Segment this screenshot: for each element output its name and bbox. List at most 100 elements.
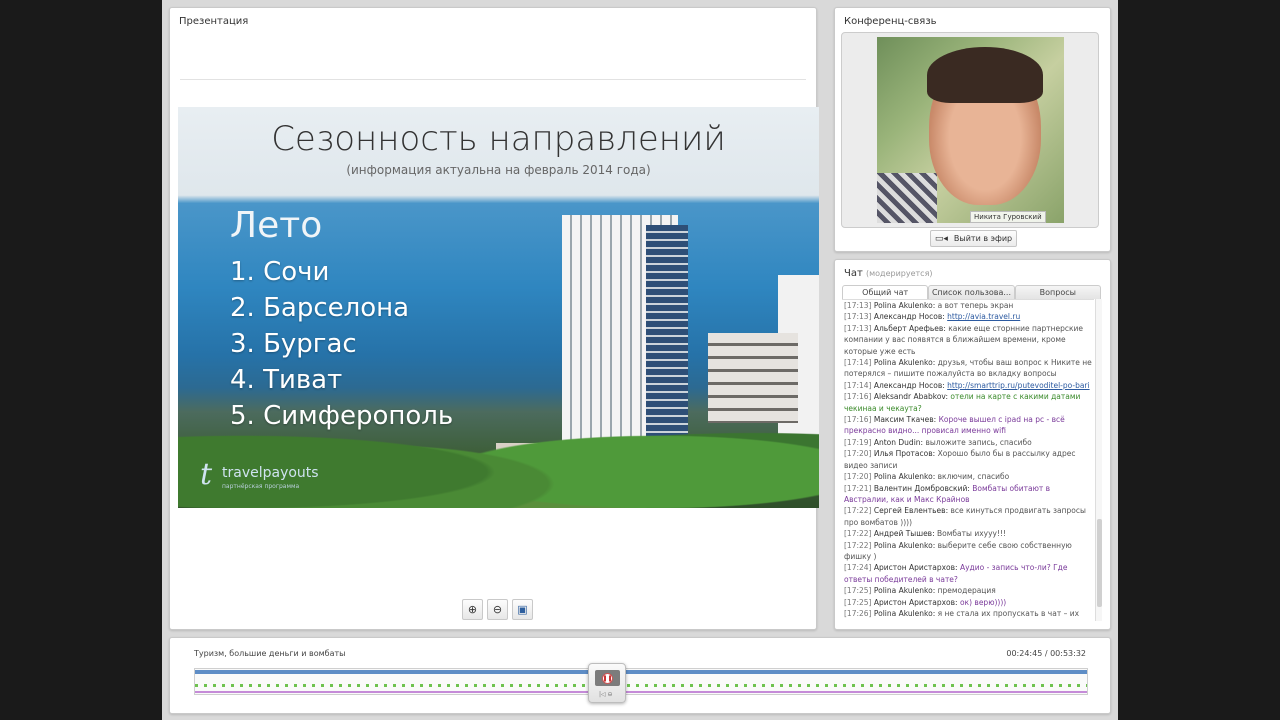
chat-message-author: Polina Akulenko:: [871, 586, 938, 596]
chat-message-time: [17:20]: [844, 449, 872, 459]
zoom-out-button[interactable]: ⊖: [487, 599, 508, 620]
chat-message-author: Anton Dudin:: [871, 437, 926, 447]
slide-subtitle: (информация актуальна на февраль 2014 го…: [346, 163, 651, 177]
zoom-in-button[interactable]: ⊕: [462, 599, 483, 620]
chat-message-text: а вот теперь экран: [937, 301, 1014, 310]
chat-message-time: [17:24]: [844, 563, 872, 573]
tab-questions[interactable]: Вопросы: [1014, 285, 1101, 299]
slide-destination: 2. Барселона: [230, 293, 410, 323]
timeline-chat-markers: [195, 684, 1087, 687]
chat-message-time: [17:16]: [844, 392, 872, 402]
presentation-slide: Сезонность направлений (информация актуа…: [178, 107, 819, 508]
chat-message-time: [17:25]: [844, 597, 872, 607]
chat-message-author: Сергей Евлентьев:: [871, 506, 951, 516]
chat-message-author: Polina Akulenko:: [871, 608, 938, 618]
chat-message-time: [17:13]: [844, 323, 872, 333]
presentation-panel: Презентация Сезонность направлений (инфо…: [169, 7, 819, 630]
chat-message-author: Александр Носов:: [871, 312, 948, 322]
slide-destination: 3. Бургас: [230, 329, 357, 359]
divider: [180, 79, 806, 80]
chat-message-author: Валентин Домбровский:: [871, 483, 973, 493]
camera-icon: ▭◂: [934, 233, 948, 244]
recording-time: 00:24:45 / 00:53:32: [1006, 649, 1086, 658]
chat-scrollbar[interactable]: [1095, 299, 1102, 621]
chat-message-time: [17:26]: [844, 608, 872, 618]
save-button[interactable]: ▣: [512, 599, 533, 620]
chat-message-author: Polina Akulenko:: [871, 540, 938, 550]
player-panel: Туризм, большие деньги и вомбаты 00:24:4…: [169, 637, 1111, 714]
chat-message: [17:14] Александр Носов: http://smarttri…: [842, 380, 1094, 391]
chat-message-time: [17:21]: [844, 483, 872, 493]
chat-message-time: [17:13]: [844, 301, 872, 310]
chat-message-author: Альберт Арефьев:: [871, 323, 949, 333]
timeline-track[interactable]: [194, 668, 1088, 695]
go-live-label: Выйти в эфир: [953, 234, 1013, 243]
speaker-name-tag: Никита Гуровский: [970, 211, 1046, 223]
chat-message-text: ок) верю)))): [959, 597, 1007, 607]
speaker-video: Никита Гуровский: [877, 37, 1064, 223]
chat-message-author: Максим Ткачев:: [871, 415, 939, 425]
chat-title: Чат: [844, 268, 863, 279]
chat-tabs: Общий чат Список пользова... Вопросы: [842, 285, 1101, 299]
video-frame: Никита Гуровский: [841, 32, 1099, 228]
chat-message-text: Вомбаты ихууу!!!: [937, 529, 1006, 539]
chat-message-time: [17:13]: [844, 312, 872, 322]
chat-message: [17:13] Александр Носов: http://avia.tra…: [842, 311, 1094, 322]
presentation-toolbar: ⊕ ⊖ ▣: [462, 599, 533, 620]
chat-message: [17:25] Polina Akulenko: премодерация: [842, 585, 1094, 596]
chat-message-text: премодерация: [937, 586, 996, 596]
chat-message-time: [17:20]: [844, 472, 872, 482]
chat-message: [17:13] Альберт Арефьев: какие еще сторн…: [842, 323, 1094, 357]
speaker-hair: [927, 47, 1043, 103]
chat-message-author: Илья Протасов:: [871, 449, 938, 459]
tab-user-list[interactable]: Список пользова...: [928, 285, 1015, 299]
zoom-out-icon: ⊖: [492, 603, 503, 616]
chat-scrollbar-thumb[interactable]: [1097, 519, 1102, 607]
chat-message-text: выложите запись, спасибо: [925, 437, 1032, 447]
conference-title: Конференц-связь: [844, 16, 937, 27]
travelpayouts-logo-icon: t: [200, 457, 213, 492]
chat-message-author: Аристон Аристархов:: [871, 563, 960, 573]
webinar-app: Презентация Сезонность направлений (инфо…: [162, 0, 1118, 720]
chat-message-time: [17:14]: [844, 358, 872, 368]
chat-message-time: [17:22]: [844, 529, 872, 539]
chat-message-list[interactable]: [17:13] Polina Akulenko: а вот теперь эк…: [842, 299, 1094, 621]
scrubber-controls: |◁ ⊖: [599, 691, 613, 698]
chat-message-link[interactable]: http://smarttrip.ru/putevoditel-po-bari: [947, 381, 1089, 390]
chat-message-link[interactable]: http://avia.travel.ru: [947, 312, 1020, 321]
chat-message: [17:22] Сергей Евлентьев: все кинуться п…: [842, 505, 1094, 528]
chat-message-author: Polina Akulenko:: [871, 358, 938, 368]
chat-message: [17:21] Валентин Домбровский: Вомбаты об…: [842, 483, 1094, 506]
chat-message: [17:16] Максим Ткачев: Короче вышел с ip…: [842, 414, 1094, 437]
chat-message: [17:20] Polina Akulenko: включим, спасиб…: [842, 471, 1094, 482]
slide-destination: 1. Сочи: [230, 257, 330, 287]
chat-message: [17:22] Polina Akulenko: выберите себе с…: [842, 540, 1094, 563]
zoom-in-icon: ⊕: [467, 603, 478, 616]
playback-scrubber[interactable]: ❚❚ |◁ ⊖: [588, 663, 627, 703]
go-live-button[interactable]: ▭◂ Выйти в эфир: [930, 230, 1017, 247]
chat-message-text: включим, спасибо: [937, 472, 1010, 482]
travelpayouts-logo-tagline: партнёрская программа: [222, 483, 300, 490]
tab-general-chat[interactable]: Общий чат: [842, 285, 929, 299]
chat-panel: Чат (модерируется) Общий чат Список поль…: [834, 259, 1111, 630]
speaker-shirt: [877, 173, 937, 223]
slide-season: Лето: [230, 205, 323, 246]
chat-moderated-label: (модерируется): [866, 269, 933, 278]
chat-message: [17:26] Polina Akulenko: я не стала их п…: [842, 608, 1094, 621]
chat-message-time: [17:14]: [844, 380, 872, 390]
scrubber-preview: ❚❚: [595, 670, 621, 686]
chat-message-author: Андрей Тышев:: [871, 529, 938, 539]
conference-panel: Конференц-связь Никита Гуровский ▭◂ Выйт…: [834, 7, 1111, 252]
chat-message-time: [17:16]: [844, 415, 872, 425]
chat-message: [17:16] Aleksandr Ababkov: отели на карт…: [842, 391, 1094, 414]
chat-message: [17:25] Аристон Аристархов: ок) верю)))): [842, 597, 1094, 608]
chat-message: [17:13] Polina Akulenko: а вот теперь эк…: [842, 300, 1094, 311]
pause-icon[interactable]: ❚❚: [602, 672, 614, 684]
travelpayouts-logo-text: travelpayouts: [222, 465, 319, 481]
chat-message-time: [17:22]: [844, 506, 872, 516]
slide-title: Сезонность направлений: [271, 119, 726, 159]
save-icon: ▣: [517, 603, 528, 616]
chat-message-author: Polina Akulenko:: [871, 301, 938, 310]
chat-message-author: Александр Носов:: [871, 380, 948, 390]
recording-title: Туризм, большие деньги и вомбаты: [194, 649, 346, 658]
